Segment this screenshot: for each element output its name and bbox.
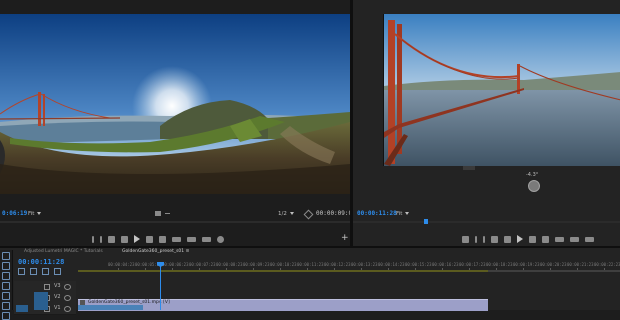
ruler-tick-label: 00:00:09:23 xyxy=(243,262,270,267)
step-forward-icon[interactable] xyxy=(159,235,166,243)
track-target-toggle[interactable] xyxy=(34,292,48,310)
ruler-tick-label: 00:00:22:23 xyxy=(594,262,620,267)
source-scrub-bar[interactable] xyxy=(0,221,350,223)
export-frame-icon[interactable] xyxy=(585,236,594,242)
source-timecode[interactable]: 0:06:19 xyxy=(2,210,27,217)
minus-icon xyxy=(165,213,170,214)
timeline-tool-row xyxy=(18,268,74,275)
add-marker-icon[interactable] xyxy=(462,235,469,243)
program-scrub-bar[interactable] xyxy=(353,221,620,223)
play-icon[interactable] xyxy=(134,235,140,243)
ruler-tick-label: 00:00:10:23 xyxy=(270,262,297,267)
ruler-tick-label: 00:00:08:23 xyxy=(216,262,243,267)
extract-icon[interactable] xyxy=(570,236,579,242)
angle-readout: -4.3° xyxy=(526,172,539,178)
ruler-tick-label: 00:00:19:23 xyxy=(513,262,540,267)
program-timecode[interactable]: 00:00:11:28 xyxy=(357,210,397,217)
pen-icon[interactable] xyxy=(2,302,10,310)
ruler-tick-label: 00:00:07:23 xyxy=(189,262,216,267)
ruler-tick-label: 00:00:13:23 xyxy=(351,262,378,267)
bridge-image xyxy=(384,14,620,166)
tab-goldengate[interactable]: GoldenGate360_preset_s01 ≡ xyxy=(122,249,189,254)
export-frame-icon[interactable] xyxy=(202,236,211,242)
frame-forward-icon[interactable] xyxy=(529,235,536,243)
mark-out-icon[interactable] xyxy=(100,235,102,243)
program-timecode-bar: 00:00:11:28 Fit xyxy=(353,208,620,220)
razor-icon[interactable] xyxy=(2,282,10,290)
fx-badge-icon xyxy=(80,300,85,305)
frame-back-icon[interactable] xyxy=(121,235,128,243)
ripple-edit-icon[interactable] xyxy=(2,272,10,280)
lock-icon[interactable] xyxy=(44,284,50,290)
ruler-tick-label: 00:00:18:23 xyxy=(486,262,513,267)
source-transport xyxy=(92,234,224,244)
ruler-tick-label: 00:00:16:23 xyxy=(432,262,459,267)
settings-icon[interactable] xyxy=(155,211,161,216)
ruler-tick-label: 00:00:20:23 xyxy=(540,262,567,267)
track-name: V3 xyxy=(54,283,61,289)
step-back-icon[interactable] xyxy=(491,235,498,243)
eye-icon[interactable] xyxy=(64,306,71,312)
source-monitor-frame[interactable] xyxy=(0,14,350,194)
add-marker-icon[interactable] xyxy=(42,268,49,275)
resolution-dropdown[interactable]: 1/2 xyxy=(278,211,294,217)
ruler-tick-label: 00:00:11:23 xyxy=(297,262,324,267)
vr-icon[interactable] xyxy=(217,235,224,243)
program-transport xyxy=(462,234,594,244)
frame-back-icon[interactable] xyxy=(504,235,511,243)
vr-angle-dial[interactable] xyxy=(528,180,540,192)
linked-selection-icon[interactable] xyxy=(30,268,37,275)
step-back-icon[interactable] xyxy=(108,235,115,243)
program-monitor-frame[interactable] xyxy=(383,14,620,166)
wrench-icon[interactable] xyxy=(303,209,314,220)
panel-divider-horizontal[interactable] xyxy=(0,246,620,248)
eye-icon[interactable] xyxy=(64,284,71,290)
hand-icon[interactable] xyxy=(2,312,10,320)
track-select-icon[interactable] xyxy=(2,262,10,270)
panorama-image xyxy=(0,14,350,194)
program-zoom-dropdown[interactable]: Fit xyxy=(396,211,410,217)
eye-icon[interactable] xyxy=(64,295,71,301)
source-patch-toggle[interactable] xyxy=(16,305,28,312)
overwrite-icon[interactable] xyxy=(187,236,196,242)
ruler-tick-label: 00:00:15:23 xyxy=(405,262,432,267)
playhead-line[interactable] xyxy=(160,262,161,310)
source-zoom-dropdown[interactable]: Fit xyxy=(28,211,42,217)
ruler-tick-label: 00:00:17:23 xyxy=(459,262,486,267)
ruler-tick-label: 00:00:21:23 xyxy=(567,262,594,267)
program-playhead-marker[interactable] xyxy=(424,219,428,224)
ruler-tick-label: 00:00:14:23 xyxy=(378,262,405,267)
mark-in-icon[interactable] xyxy=(475,235,477,243)
timeline-settings-icon[interactable] xyxy=(54,268,61,275)
clip-label: GoldenGate360_preset_s01.mp4 [V] xyxy=(88,300,170,305)
work-area-fill xyxy=(78,270,488,272)
step-forward-icon[interactable] xyxy=(542,235,549,243)
program-splitter-handle[interactable] xyxy=(463,166,475,170)
snap-icon[interactable] xyxy=(18,268,25,275)
timeline-tabs: Adjusted Lumetri MAGIC * Tutorials Golde… xyxy=(14,249,620,257)
ruler-tick-label: 00:00:06:23 xyxy=(162,262,189,267)
ruler-tick-label: 00:00:12:23 xyxy=(324,262,351,267)
lift-icon[interactable] xyxy=(555,236,564,242)
frame-forward-icon[interactable] xyxy=(146,235,153,243)
tools-panel xyxy=(0,250,13,320)
track-name: V1 xyxy=(54,305,61,311)
slip-icon[interactable] xyxy=(2,292,10,300)
source-timecode-bar: 0:06:19 Fit 1/2 00:00:09:09 xyxy=(0,208,356,220)
selection-tool-icon[interactable] xyxy=(2,252,10,260)
timeline-timecode[interactable]: 00:00:11:28 xyxy=(18,258,64,266)
mark-in-icon[interactable] xyxy=(92,235,94,243)
insert-icon[interactable] xyxy=(172,236,181,242)
add-button-icon[interactable]: + xyxy=(341,233,349,243)
clip-selection-strip xyxy=(78,305,143,310)
mark-out-icon[interactable] xyxy=(483,235,485,243)
play-icon[interactable] xyxy=(517,235,523,243)
ruler-tick-label: 00:00:04:23 xyxy=(108,262,135,267)
tab-adjusted-lumetri[interactable]: Adjusted Lumetri MAGIC * Tutorials xyxy=(24,249,103,254)
track-name: V2 xyxy=(54,294,61,300)
